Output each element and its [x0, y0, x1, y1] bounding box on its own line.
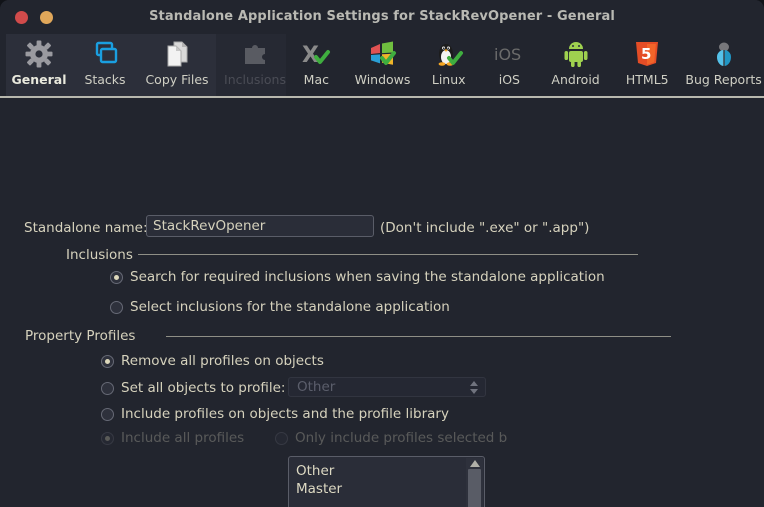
radio-indicator: [101, 354, 114, 368]
tab-bug-reports[interactable]: Bug Reports: [683, 34, 764, 96]
radio-label: Include profiles on objects and the prof…: [121, 406, 449, 422]
radio-include-profiles-and-library[interactable]: Include profiles on objects and the prof…: [101, 406, 449, 422]
radio-indicator: [110, 300, 123, 314]
tab-label: HTML5: [625, 72, 669, 87]
tab-label: Windows: [354, 72, 411, 87]
radio-include-all-profiles: Include all profiles: [101, 430, 244, 446]
radio-label: Search for required inclusions when savi…: [130, 269, 605, 285]
windows-icon: [368, 39, 398, 69]
list-item[interactable]: Other: [296, 462, 466, 480]
window-title: Standalone Application Settings for Stac…: [149, 9, 615, 24]
mac-x-icon: X: [301, 39, 331, 69]
tab-label: Android: [551, 72, 600, 87]
radio-search-required-inclusions[interactable]: Search for required inclusions when savi…: [110, 269, 605, 285]
stacks-icon: [91, 39, 119, 69]
profile-list-items: Other Master: [289, 462, 466, 498]
tab-stacks[interactable]: Stacks: [72, 34, 138, 96]
tab-android[interactable]: Android: [540, 34, 612, 96]
standalone-name-input[interactable]: StackRevOpener: [146, 215, 374, 237]
tab-label: Mac: [303, 72, 329, 87]
svg-text:5: 5: [641, 45, 651, 63]
property-profiles-group-rule: [166, 336, 671, 337]
penguin-icon: [434, 39, 464, 69]
android-icon: [562, 39, 590, 69]
settings-window: Standalone Application Settings for Stac…: [0, 0, 764, 507]
radio-indicator: [101, 431, 114, 445]
profile-select-value: Other: [297, 379, 336, 395]
tab-label: General: [11, 72, 67, 87]
radio-label: Select inclusions for the standalone app…: [130, 299, 450, 315]
inclusions-group-label: Inclusions: [66, 247, 133, 263]
radio-indicator: [101, 407, 114, 421]
tab-label: Linux: [431, 72, 466, 87]
tab-label: Inclusions: [224, 72, 286, 87]
profile-select-dropdown[interactable]: Other: [288, 377, 486, 397]
radio-only-include-selected-profiles: Only include profiles selected b: [275, 430, 507, 446]
profile-list-scrollbar[interactable]: [466, 458, 483, 507]
tab-windows[interactable]: Windows: [347, 34, 419, 96]
standalone-name-hint: (Don't include ".exe" or ".app"): [380, 220, 590, 236]
radio-indicator: [110, 270, 123, 284]
inclusions-group-rule: [138, 254, 638, 255]
title-bar: Standalone Application Settings for Stac…: [0, 0, 764, 34]
documents-icon: [163, 39, 191, 69]
tab-label: iOS: [498, 72, 520, 87]
svg-text:iOS: iOS: [494, 45, 521, 64]
tab-copy-files[interactable]: Copy Files: [138, 34, 216, 96]
tab-label: Bug Reports: [685, 72, 762, 87]
property-profiles-group-label: Property Profiles: [25, 328, 136, 344]
radio-label: Set all objects to profile:: [121, 380, 286, 396]
list-item[interactable]: Master: [296, 480, 466, 498]
radio-label: Only include profiles selected b: [295, 430, 508, 446]
profile-listbox[interactable]: Other Master: [288, 456, 485, 507]
radio-indicator: [275, 431, 288, 445]
html5-icon: 5: [634, 39, 660, 69]
scrollbar-thumb[interactable]: [468, 469, 481, 507]
bug-icon: [710, 39, 738, 69]
toolbar-tabs: General Stacks Copy Files Inclusions X M…: [0, 34, 764, 98]
radio-set-all-objects-to-profile[interactable]: Set all objects to profile:: [101, 380, 286, 396]
gear-icon: [25, 39, 53, 69]
settings-content: Standalone name: StackRevOpener (Don't i…: [0, 98, 764, 507]
radio-select-inclusions[interactable]: Select inclusions for the standalone app…: [110, 299, 450, 315]
radio-indicator: [101, 381, 114, 395]
radio-remove-all-profiles[interactable]: Remove all profiles on objects: [101, 353, 324, 369]
toolbar-group-right: X Mac Windows Linux iOS iOS Android 5 HT…: [286, 34, 764, 96]
toolbar-group-left: General Stacks Copy Files Inclusions: [6, 34, 294, 96]
tab-linux[interactable]: Linux: [418, 34, 479, 96]
tab-general[interactable]: General: [6, 34, 72, 96]
tab-inclusions[interactable]: Inclusions: [216, 34, 294, 96]
tab-label: Stacks: [84, 72, 126, 87]
tab-label: Copy Files: [145, 72, 209, 87]
tab-ios[interactable]: iOS iOS: [479, 34, 540, 96]
radio-label: Include all profiles: [121, 430, 245, 446]
radio-label: Remove all profiles on objects: [121, 353, 324, 369]
puzzle-icon: [241, 39, 269, 69]
standalone-name-label: Standalone name:: [24, 220, 148, 236]
tab-html5[interactable]: 5 HTML5: [611, 34, 683, 96]
stepper-arrows-icon[interactable]: [466, 380, 482, 394]
ios-icon: iOS: [492, 39, 526, 69]
tab-mac[interactable]: X Mac: [286, 34, 347, 96]
scroll-up-arrow-icon[interactable]: [469, 460, 480, 467]
